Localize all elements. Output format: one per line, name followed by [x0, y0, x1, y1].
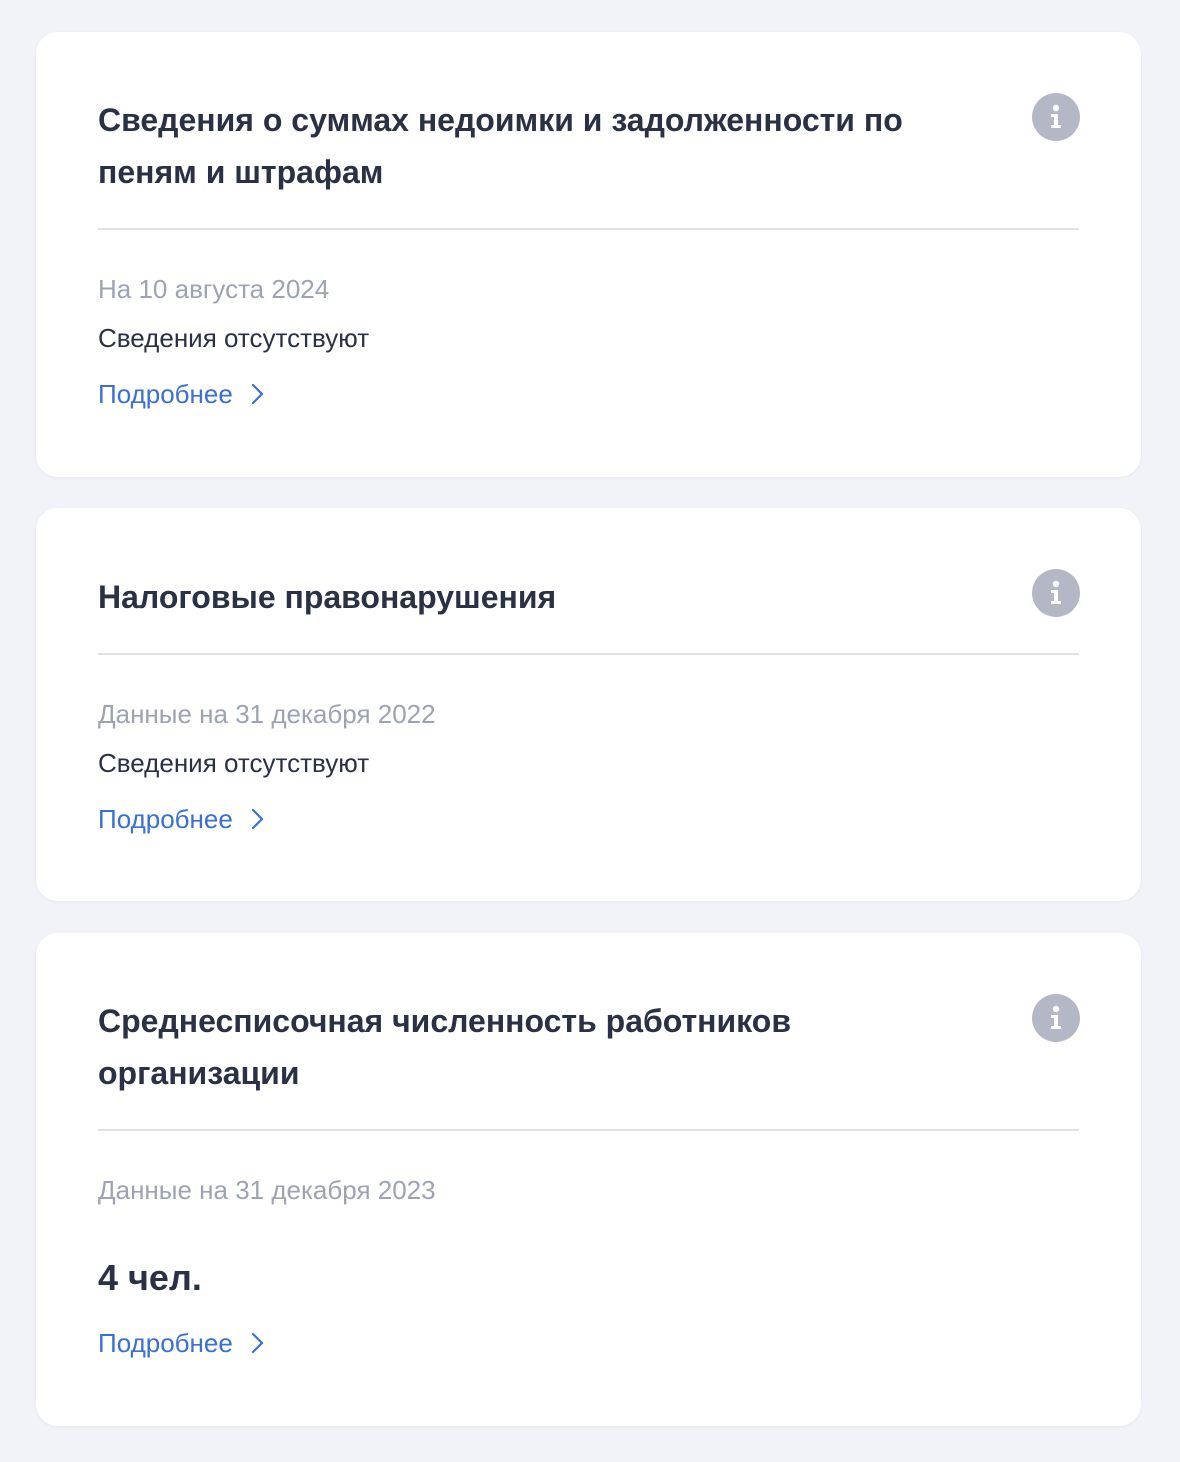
- more-link[interactable]: Подробнее: [98, 1326, 265, 1360]
- card-headcount: Среднесписочная численность работников о…: [36, 933, 1141, 1426]
- info-icon[interactable]: [1032, 93, 1080, 141]
- status-text: Сведения отсутствуют: [98, 323, 370, 353]
- info-icon[interactable]: [1032, 994, 1080, 1042]
- card-title: Среднесписочная численность работников о…: [98, 1003, 791, 1091]
- more-link-label: Подробнее: [98, 1328, 233, 1358]
- date-label: Данные на 31 декабря 2023: [98, 1175, 436, 1205]
- status-text: Сведения отсутствуют: [98, 748, 370, 778]
- page: Сведения о суммах недоимки и задолженнос…: [0, 0, 1180, 1462]
- date-label: Данные на 31 декабря 2022: [98, 699, 436, 729]
- info-icon[interactable]: [1032, 569, 1080, 617]
- card-tax-offenses: Налоговые правонарушения Данные на 31 де…: [36, 508, 1141, 901]
- headcount-value: 4 чел.: [98, 1257, 202, 1298]
- divider: [98, 653, 1079, 655]
- card-title: Сведения о суммах недоимки и задолженнос…: [98, 102, 903, 190]
- more-link-label: Подробнее: [98, 804, 233, 834]
- chevron-right-icon: [251, 808, 265, 830]
- chevron-right-icon: [251, 383, 265, 405]
- more-link-label: Подробнее: [98, 379, 233, 409]
- divider: [98, 228, 1079, 230]
- more-link[interactable]: Подробнее: [98, 377, 265, 411]
- date-label: На 10 августа 2024: [98, 274, 330, 304]
- divider: [98, 1129, 1079, 1131]
- card-title: Налоговые правонарушения: [98, 579, 557, 615]
- chevron-right-icon: [251, 1332, 265, 1354]
- card-arrears: Сведения о суммах недоимки и задолженнос…: [36, 32, 1141, 477]
- more-link[interactable]: Подробнее: [98, 802, 265, 836]
